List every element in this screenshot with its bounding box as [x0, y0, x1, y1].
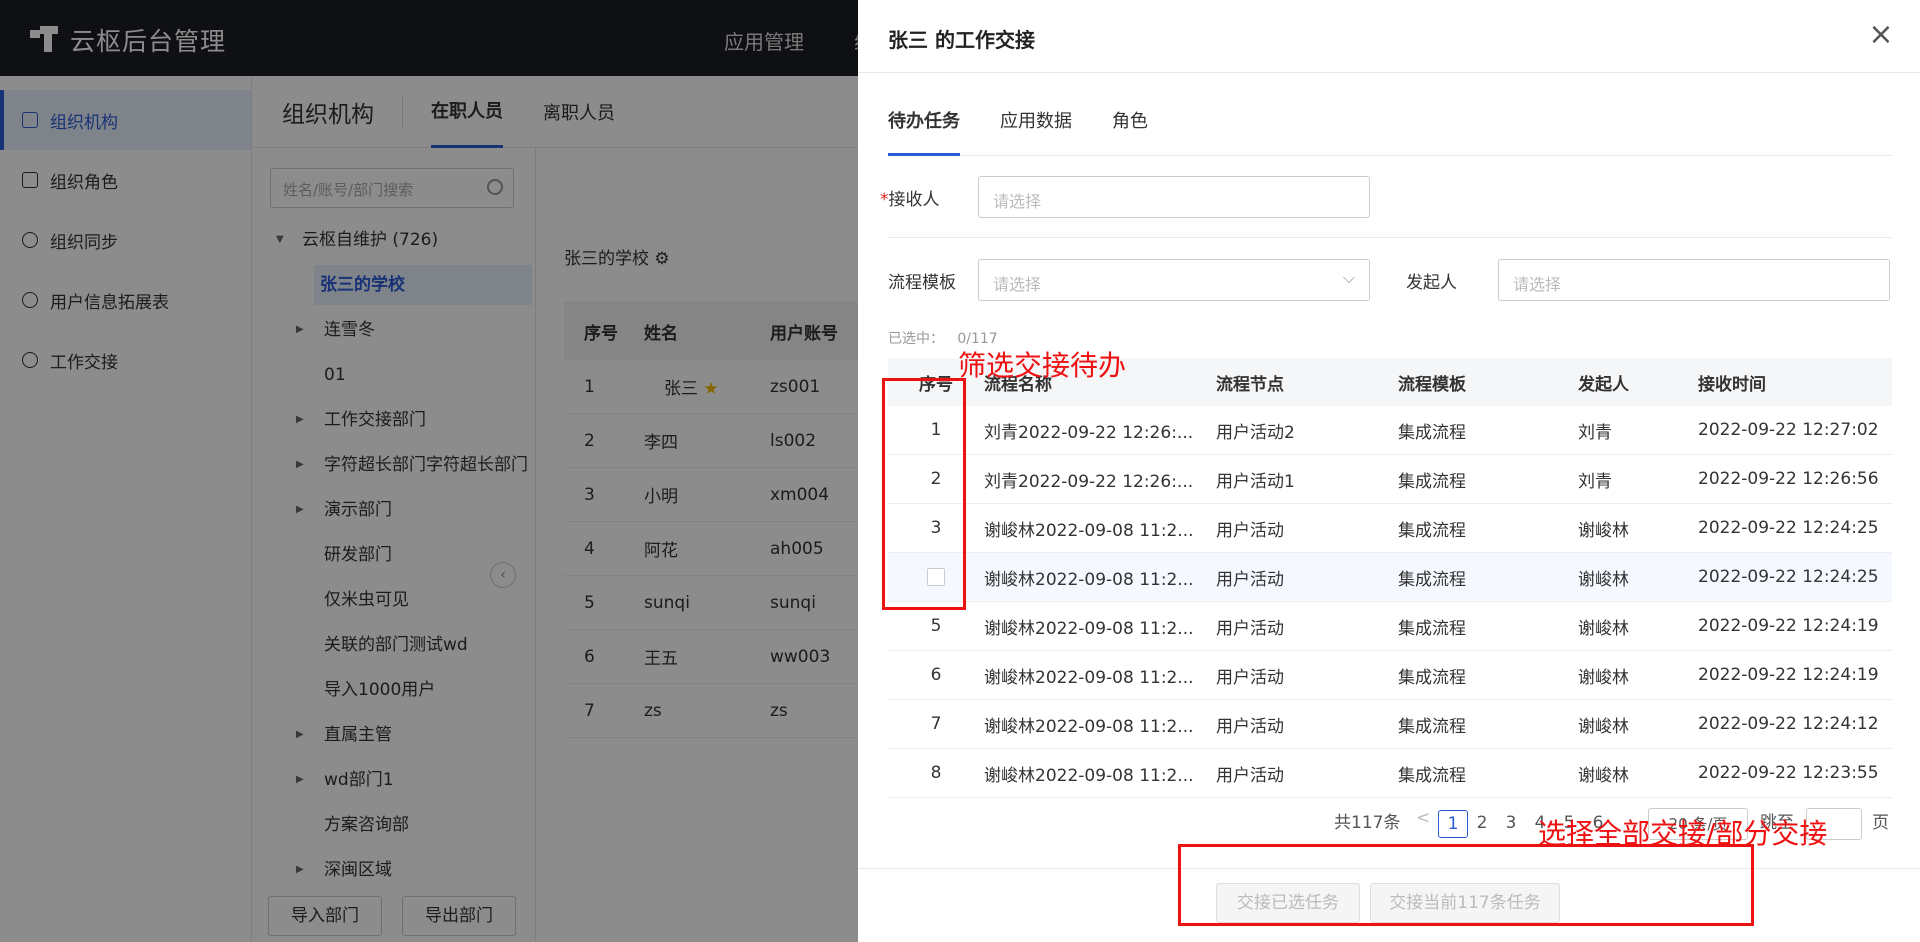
- table-row-hovered[interactable]: 谢峻林2022-09-08 11:2... 用户活动 集成流程 谢峻林 2022-09-…: [888, 553, 1892, 602]
- table-row[interactable]: 7 谢峻林2022-09-08 11:2... 用户活动 集成流程 谢峻林 2022-09…: [888, 700, 1892, 749]
- tab-app-data[interactable]: 应用数据: [1000, 102, 1072, 156]
- annotation-box-checkbox: [882, 378, 966, 610]
- prev-page-icon[interactable]: <: [1416, 808, 1430, 828]
- annotation-select-note: 选择全部交接/部分交接: [1538, 817, 1828, 850]
- close-icon[interactable]: ×: [1864, 18, 1898, 52]
- receiver-select[interactable]: 请选择: [978, 176, 1370, 218]
- tab-roles[interactable]: 角色: [1112, 102, 1148, 156]
- drawer-tabs: 待办任务 应用数据 角色: [888, 102, 1892, 156]
- receiver-label: *接收人: [880, 190, 940, 210]
- drawer-title: 张三 的工作交接: [888, 28, 1035, 52]
- tab-pending-tasks[interactable]: 待办任务: [888, 102, 960, 156]
- initiator-placeholder: 请选择: [1513, 275, 1562, 294]
- annotation-filter-note: 筛选交接待办: [958, 349, 1127, 382]
- divider: [858, 72, 1920, 73]
- table-row[interactable]: 8 谢峻林2022-09-08 11:2... 用户活动 集成流程 谢峻林 2022-09…: [888, 749, 1892, 798]
- divider: [888, 237, 1892, 238]
- page-2[interactable]: 2: [1467, 810, 1497, 838]
- template-label: 流程模板: [888, 273, 956, 293]
- handover-drawer: 张三 的工作交接 × 待办任务 应用数据 角色 *接收人 请选择 流程模板 请选…: [858, 0, 1920, 942]
- table-row[interactable]: 5 谢峻林2022-09-08 11:2... 用户活动 集成流程 谢峻林 2022-09…: [888, 602, 1892, 651]
- table-row[interactable]: 2 刘青2022-09-22 12:26:... 用户活动1 集成流程 刘青 2022-0…: [888, 455, 1892, 504]
- receiver-placeholder: 请选择: [993, 192, 1042, 211]
- page-3[interactable]: 3: [1496, 810, 1526, 838]
- table-row[interactable]: 6 谢峻林2022-09-08 11:2... 用户活动 集成流程 谢峻林 2022-09…: [888, 651, 1892, 700]
- table-row[interactable]: 3 谢峻林2022-09-08 11:2... 用户活动 集成流程 谢峻林 2022-09…: [888, 504, 1892, 553]
- annotation-box-buttons: [1178, 844, 1754, 926]
- page-suffix: 页: [1872, 813, 1889, 833]
- initiator-label: 发起人: [1406, 273, 1457, 293]
- page-1[interactable]: 1: [1438, 810, 1468, 838]
- template-placeholder: 请选择: [993, 275, 1042, 294]
- template-select[interactable]: 请选择 ⌵: [978, 259, 1370, 301]
- table-row[interactable]: 1 刘青2022-09-22 12:26:... 用户活动2 集成流程 刘青 2022-0…: [888, 406, 1892, 455]
- initiator-select[interactable]: 请选择: [1498, 259, 1890, 301]
- chevron-down-icon: ⌵: [1342, 268, 1355, 287]
- pagination-total: 共117条: [1334, 813, 1401, 833]
- task-table: 序号 流程名称 流程节点 流程模板 发起人 接收时间 1 刘青2022-09-22 12:2…: [888, 358, 1892, 798]
